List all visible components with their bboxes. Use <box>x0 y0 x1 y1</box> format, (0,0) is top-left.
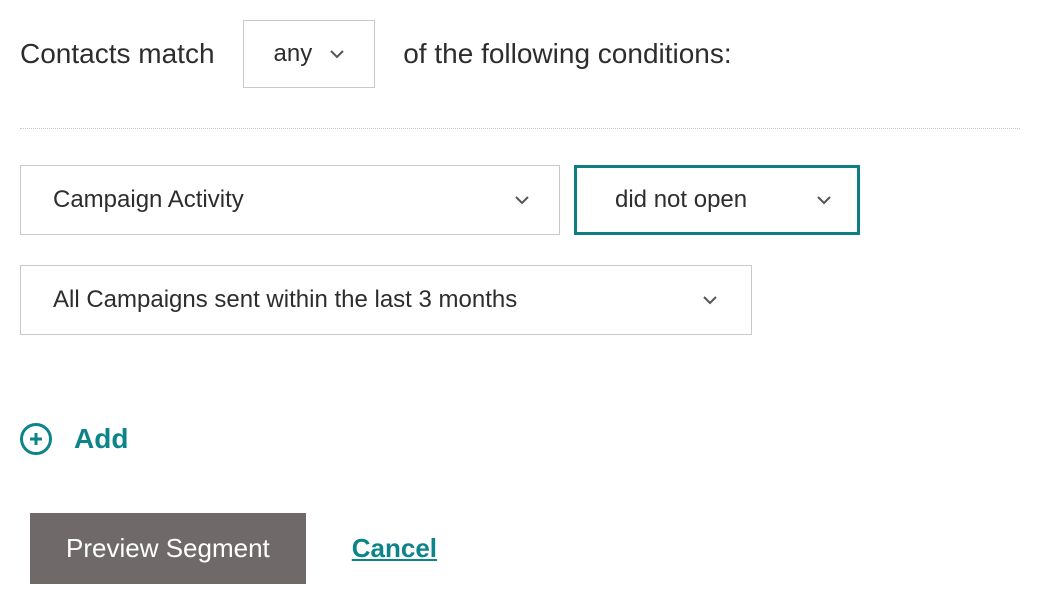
condition-field-value: Campaign Activity <box>53 186 244 214</box>
match-row: Contacts match any of the following cond… <box>20 20 1020 88</box>
chevron-down-icon <box>515 193 529 207</box>
cancel-link[interactable]: Cancel <box>352 533 437 564</box>
actions-row: Preview Segment Cancel <box>30 513 1020 584</box>
condition-row-2: All Campaigns sent within the last 3 mon… <box>20 265 1020 335</box>
condition-field-select[interactable]: Campaign Activity <box>20 165 560 235</box>
add-condition-button[interactable]: Add <box>20 423 128 455</box>
chevron-down-icon <box>817 193 831 207</box>
condition-scope-select[interactable]: All Campaigns sent within the last 3 mon… <box>20 265 752 335</box>
condition-scope-value: All Campaigns sent within the last 3 mon… <box>53 286 517 314</box>
match-suffix-text: of the following conditions: <box>403 38 731 70</box>
condition-operator-select[interactable]: did not open <box>574 165 860 235</box>
divider <box>20 128 1020 129</box>
chevron-down-icon <box>330 47 344 61</box>
match-prefix-text: Contacts match <box>20 38 215 70</box>
preview-segment-button[interactable]: Preview Segment <box>30 513 306 584</box>
match-mode-value: any <box>274 40 313 68</box>
add-label: Add <box>74 423 128 455</box>
chevron-down-icon <box>703 293 717 307</box>
match-mode-select[interactable]: any <box>243 20 376 88</box>
condition-operator-value: did not open <box>615 186 747 214</box>
condition-row-1: Campaign Activity did not open <box>20 165 1020 235</box>
plus-circle-icon <box>20 423 52 455</box>
